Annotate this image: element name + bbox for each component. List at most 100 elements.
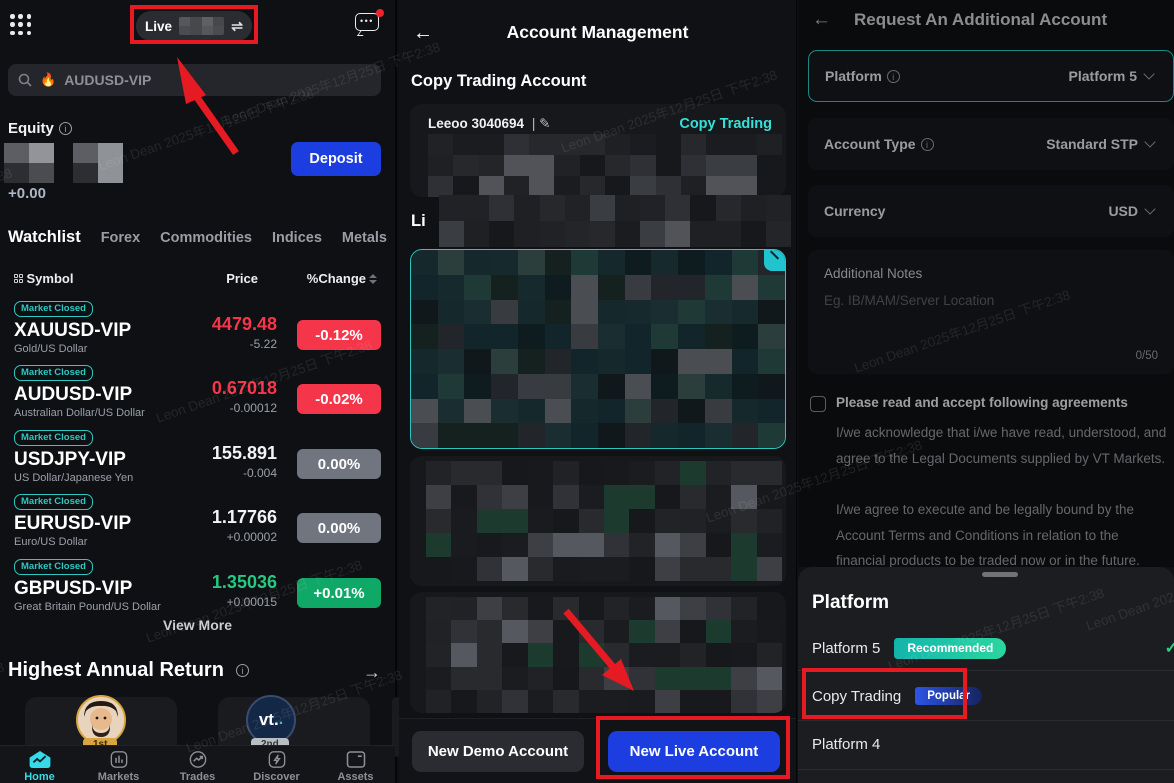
switch-account-icon[interactable]: ⇌ [231, 18, 243, 35]
selected-live-account-card[interactable] [410, 249, 786, 449]
check-icon: ✓ [1165, 638, 1174, 658]
agreement-paragraph: I/we acknowledge that i/we have read, un… [836, 420, 1170, 471]
trades-icon [188, 751, 208, 768]
chevron-down-icon [1143, 68, 1154, 79]
tab-watchlist[interactable]: Watchlist [8, 228, 81, 247]
bottom-action-bar: New Demo Account New Live Account [399, 718, 796, 783]
market-closed-badge: Market Closed [14, 559, 93, 575]
edit-icon[interactable]: | ✎ [528, 116, 550, 131]
account-switcher[interactable]: Live ⇌ [136, 11, 252, 41]
account-management-panel: ← Account Management Copy Trading Accoun… [399, 0, 797, 783]
market-tabs: Watchlist Forex Commodities Indices Meta… [8, 228, 387, 247]
sort-change[interactable]: %Change [307, 271, 377, 286]
highest-annual-return-title: Highest Annual Returni [8, 659, 249, 682]
popular-badge: Popular [915, 687, 982, 705]
tab-metals[interactable]: Metals [342, 230, 387, 246]
blurred-content [411, 250, 785, 448]
info-icon[interactable]: i [887, 70, 900, 83]
selected-check-tag [764, 249, 786, 271]
chevron-down-icon [1144, 203, 1155, 214]
account-type-field[interactable]: Account Typei Standard STP [808, 118, 1174, 170]
live-account-card[interactable] [410, 592, 786, 713]
discover-icon [267, 751, 287, 768]
search-query: AUDUSD-VIP [64, 72, 151, 88]
watchlist-panel: Live ⇌ ••• 🔥 AUDUSD-VIP Equityi +0.00 De… [0, 0, 397, 783]
copy-trading-account-card[interactable]: Leeoo 3040694 | ✎ Copy Trading [410, 104, 786, 197]
copy-trading-tag: Copy Trading [679, 116, 772, 132]
tab-commodities[interactable]: Commodities [160, 230, 252, 246]
bottom-nav: Home Markets Trades Discover Assets [0, 745, 395, 783]
blurred-content [426, 597, 782, 713]
agreements-checkbox[interactable] [810, 396, 826, 412]
pct-change-badge: -0.02% [297, 384, 381, 414]
market-closed-badge: Market Closed [14, 494, 93, 510]
live-label: Live [145, 19, 172, 34]
equity-change: +0.00 [8, 185, 46, 202]
blurred-equity-value-2 [73, 143, 123, 183]
recommended-badge: Recommended [894, 638, 1006, 659]
live-account-card[interactable] [410, 456, 786, 586]
blurred-content [439, 195, 791, 247]
chevron-down-icon [1144, 136, 1155, 147]
pct-change-badge: -0.12% [297, 320, 381, 350]
blurred-content [426, 461, 782, 581]
option-platform-4[interactable]: Platform 4 [812, 719, 1174, 769]
table-row[interactable]: Market Closed EURUSD-VIP Euro/US Dollar … [14, 491, 381, 555]
har-arrow-link[interactable]: → [363, 662, 381, 683]
new-demo-account-button[interactable]: New Demo Account [412, 731, 584, 772]
market-closed-badge: Market Closed [14, 301, 93, 317]
table-header: Symbol Price %Change [14, 271, 381, 287]
sort-icon [369, 274, 377, 284]
tab-forex[interactable]: Forex [101, 230, 141, 246]
market-closed-badge: Market Closed [14, 365, 93, 381]
blurred-account-number [179, 17, 224, 35]
deposit-button[interactable]: Deposit [291, 142, 381, 176]
table-row[interactable]: Market Closed USDJPY-VIP US Dollar/Japan… [14, 427, 381, 491]
additional-notes-input[interactable]: Additional Notes Eg. IB/MAM/Server Locat… [808, 250, 1174, 374]
table-row[interactable]: Market Closed GBPUSD-VIP Great Britain P… [14, 556, 381, 620]
option-copy-trading[interactable]: Copy Trading Popular [812, 671, 1174, 721]
option-platform-5[interactable]: Platform 5 Recommended ✓ [812, 623, 1174, 673]
nav-home[interactable]: Home [0, 746, 79, 783]
sheet-title: Platform [812, 592, 889, 614]
view-more-link[interactable]: View More [0, 617, 395, 633]
page-title: Account Management [399, 22, 796, 43]
agreement-paragraph: I/we agree to execute and be legally bou… [836, 497, 1170, 574]
info-icon[interactable]: i [236, 664, 249, 677]
tab-indices[interactable]: Indices [272, 230, 322, 246]
info-icon[interactable]: i [59, 122, 72, 135]
app-root: Live ⇌ ••• 🔥 AUDUSD-VIP Equityi +0.00 De… [0, 0, 1174, 783]
table-row[interactable]: Market Closed XAUUSD-VIP Gold/US Dollar … [14, 298, 381, 362]
notes-placeholder: Eg. IB/MAM/Server Location [824, 293, 1158, 308]
new-live-account-button[interactable]: New Live Account [608, 731, 780, 772]
markets-icon [109, 751, 129, 768]
equity-label: Equityi [8, 120, 72, 137]
blurred-equity-value [4, 143, 54, 183]
notification-dot [376, 9, 384, 17]
table-row[interactable]: Market Closed AUDUSD-VIP Australian Doll… [14, 362, 381, 426]
live-account-section-title: Li [411, 212, 426, 231]
messages-icon[interactable]: ••• [355, 13, 381, 35]
account-name: Leeoo 3040694 | ✎ [428, 116, 550, 132]
char-counter: 0/50 [1136, 350, 1158, 362]
pct-change-badge: 0.00% [297, 449, 381, 479]
currency-field[interactable]: Currency USD [808, 185, 1174, 237]
layout-icon[interactable] [14, 274, 23, 283]
assets-icon [346, 751, 366, 768]
search-input[interactable]: 🔥 AUDUSD-VIP [8, 64, 381, 96]
platform-field[interactable]: Platformi Platform 5 [808, 50, 1174, 102]
nav-assets[interactable]: Assets [316, 746, 395, 783]
home-icon [29, 751, 51, 768]
market-closed-badge: Market Closed [14, 430, 93, 446]
nav-markets[interactable]: Markets [79, 746, 158, 783]
nav-discover[interactable]: Discover [237, 746, 316, 783]
sheet-drag-handle[interactable] [982, 572, 1018, 577]
platform-picker-sheet: Platform Platform 5 Recommended ✓ Copy T… [798, 567, 1174, 783]
blurred-content [428, 134, 782, 197]
agreements-title: Please read and accept following agreeme… [836, 395, 1128, 410]
hot-icon: 🔥 [40, 72, 56, 88]
apps-grid-icon[interactable] [10, 14, 32, 36]
back-icon[interactable]: ← [812, 9, 831, 31]
info-icon[interactable]: i [921, 138, 934, 151]
nav-trades[interactable]: Trades [158, 746, 237, 783]
